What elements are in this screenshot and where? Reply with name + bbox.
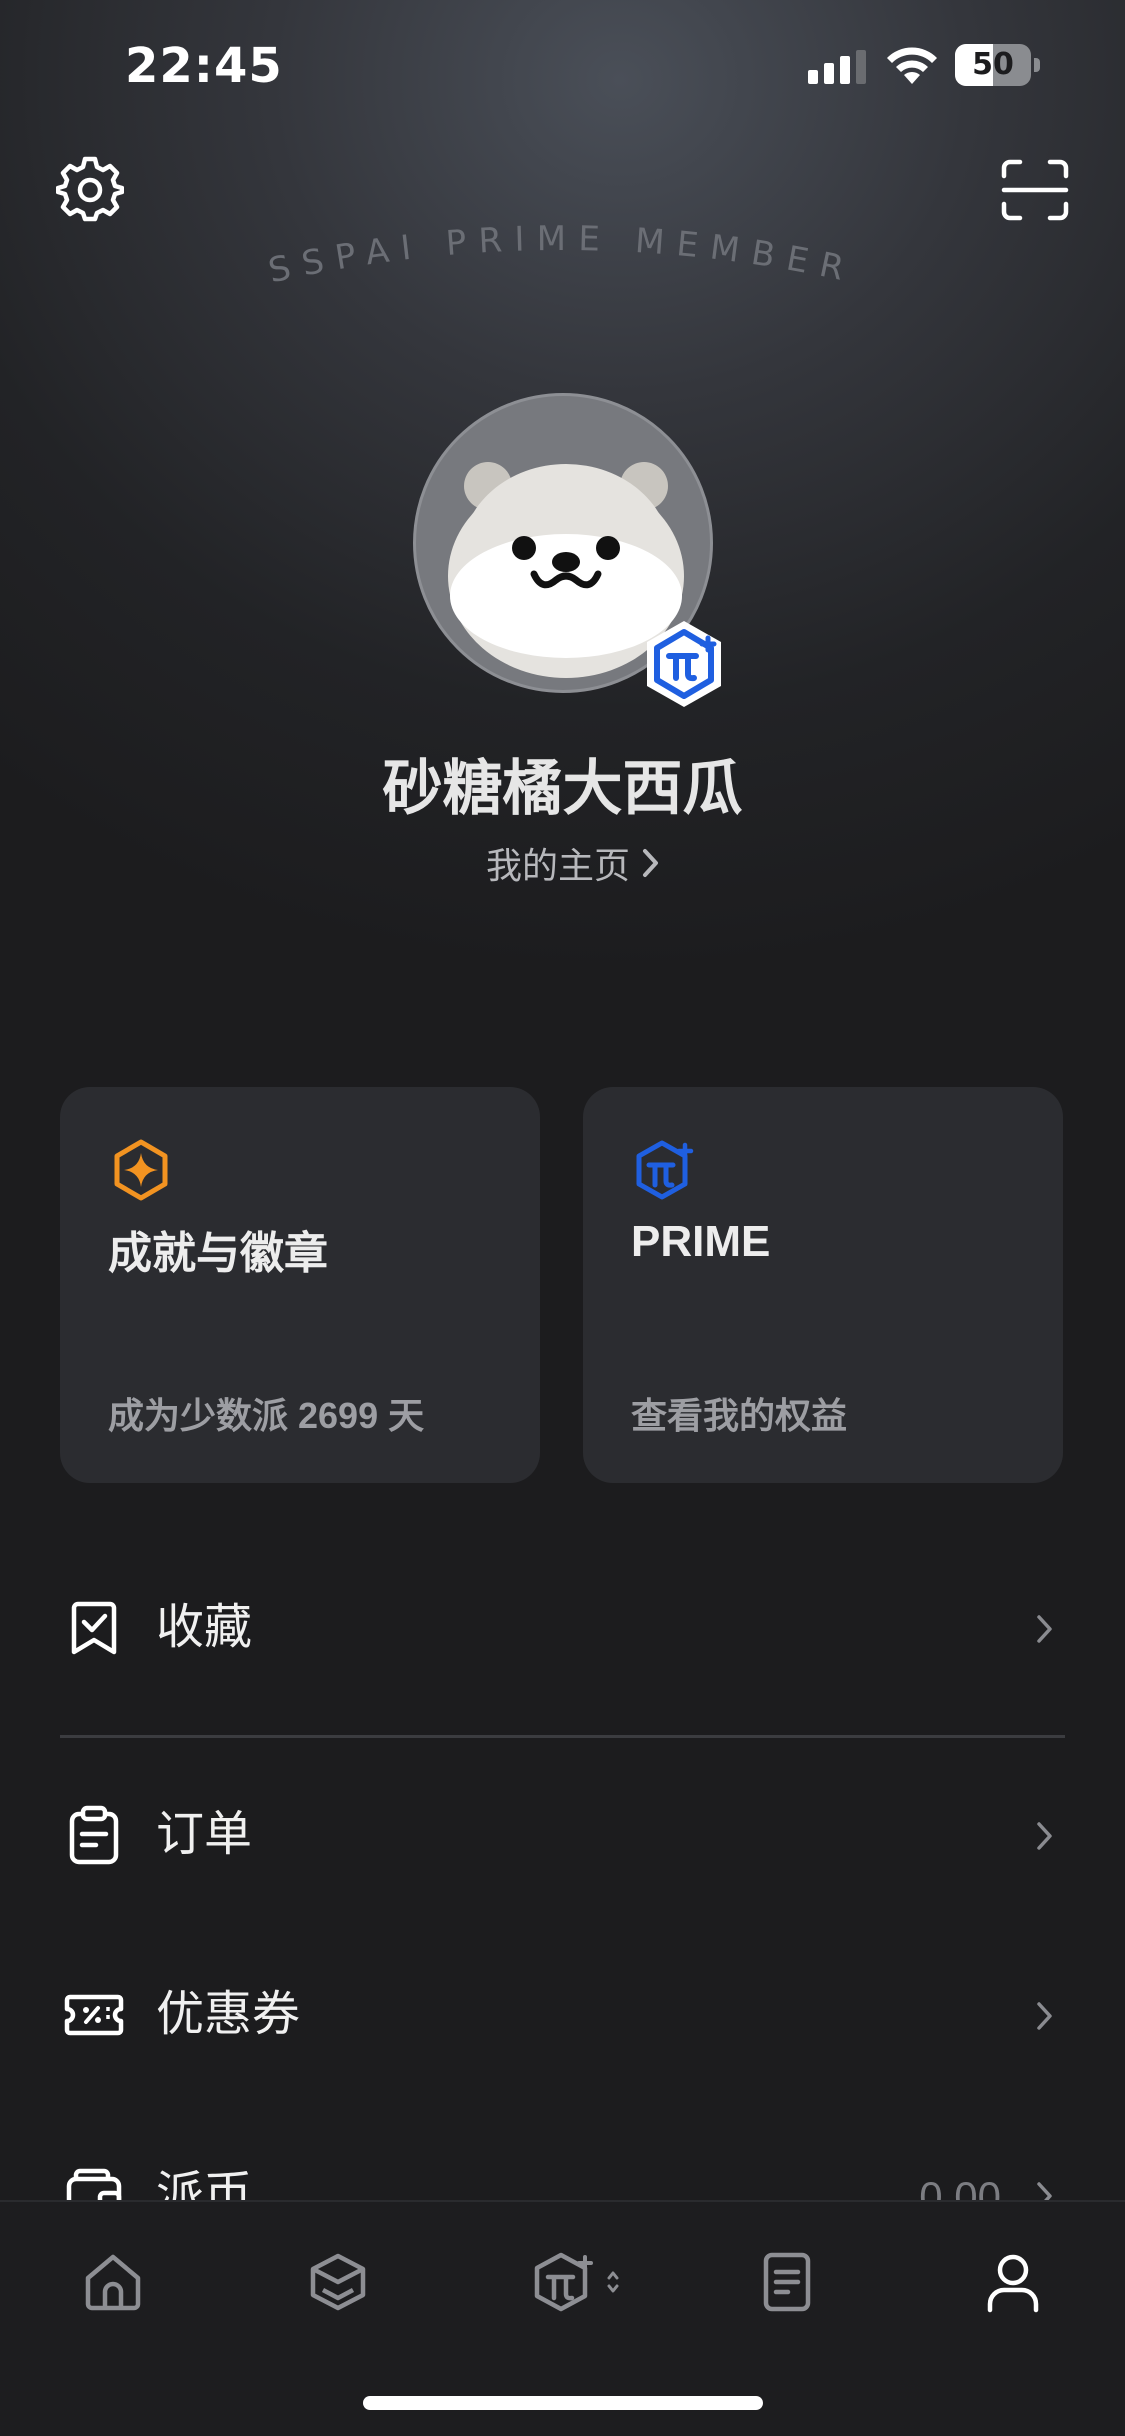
- row-label: 订单: [156, 1808, 253, 1861]
- card-title: PRIME: [631, 1217, 771, 1266]
- my-homepage-label: 我的主页: [486, 845, 631, 886]
- scan-icon[interactable]: [1000, 158, 1070, 222]
- cellular-signal-icon: [808, 50, 866, 84]
- divider: [60, 1735, 1065, 1738]
- prime-tab-icon[interactable]: [530, 2250, 626, 2314]
- card-title: 成就与徽章: [108, 1229, 328, 1278]
- menu-row-orders[interactable]: 订单: [60, 1775, 1065, 1895]
- achievements-card[interactable]: 成就与徽章 成为少数派 2699 天: [60, 1087, 540, 1483]
- card-subtitle: 成为少数派 2699 天: [108, 1395, 425, 1436]
- row-label: 收藏: [156, 1601, 253, 1654]
- prime-icon: [636, 1140, 694, 1200]
- chevron-right-icon: [643, 849, 659, 877]
- status-time: 22:45: [125, 38, 283, 94]
- gear-icon[interactable]: [56, 155, 124, 223]
- status-bar: 22:45 50: [0, 0, 1125, 132]
- battery-level: 50: [972, 47, 1014, 82]
- chevron-right-icon: [1037, 1822, 1052, 1850]
- clipboard-icon: [69, 1805, 119, 1865]
- svg-text:SSPAI PRIME MEMBER: SSPAI PRIME MEMBER: [265, 219, 859, 291]
- chevron-right-icon: [1037, 2002, 1052, 2030]
- prime-badge-icon: [647, 621, 721, 707]
- my-homepage-link[interactable]: 我的主页: [486, 838, 662, 888]
- coupon-icon: [64, 1994, 124, 2036]
- member-label: SSPAI PRIME MEMBER: [265, 219, 859, 291]
- menu-row-favorites[interactable]: 收藏: [60, 1568, 1065, 1688]
- chevron-right-icon: [1037, 1615, 1052, 1643]
- home-indicator: [363, 2396, 763, 2410]
- home-icon[interactable]: [80, 2250, 146, 2314]
- profile-icon[interactable]: [980, 2250, 1046, 2314]
- card-subtitle: 查看我的权益: [631, 1395, 848, 1436]
- bookmark-check-icon: [71, 1601, 117, 1655]
- battery-icon: 50: [955, 44, 1041, 86]
- row-label: 优惠券: [156, 1988, 301, 2041]
- username: 砂糖橘大西瓜: [382, 755, 743, 822]
- achievement-icon: [114, 1139, 168, 1201]
- menu-row-coupons[interactable]: 优惠券: [60, 1955, 1065, 2075]
- matrix-icon[interactable]: [305, 2250, 371, 2314]
- prime-card[interactable]: PRIME 查看我的权益: [583, 1087, 1063, 1483]
- wifi-icon: [887, 47, 937, 84]
- article-icon[interactable]: [754, 2250, 820, 2314]
